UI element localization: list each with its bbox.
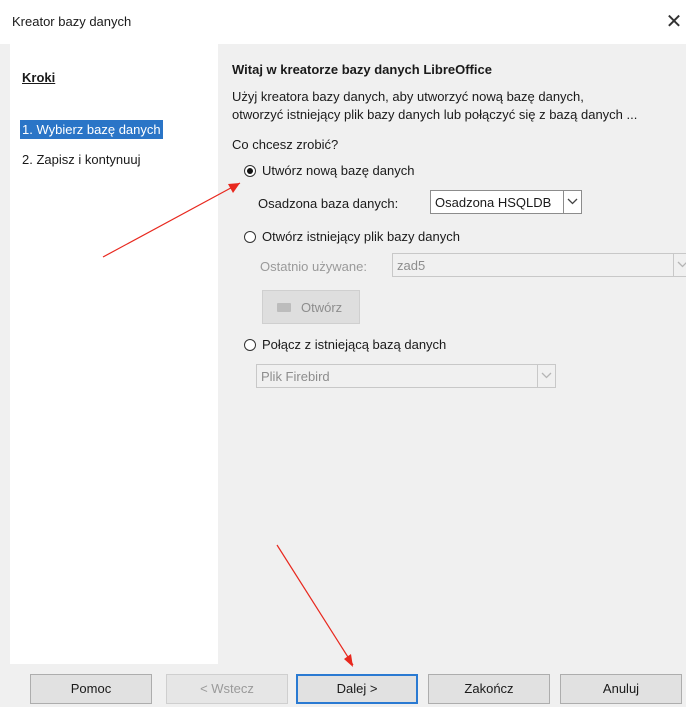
embedded-db-label: Osadzona baza danych: [258, 196, 399, 211]
description-line-1: Użyj kreatora bazy danych, aby utworzyć … [232, 89, 584, 104]
database-wizard-window: Kreator bazy danych ✕ Kroki 1. Wybierz b… [0, 0, 686, 707]
steps-panel: Kroki 1. Wybierz bazę danych 2. Zapisz i… [10, 44, 218, 664]
recent-files-value: zad5 [397, 258, 426, 273]
radio-open-existing[interactable]: Otwórz istniejący plik bazy danych [244, 229, 460, 244]
radio-button[interactable] [244, 164, 256, 177]
help-button[interactable]: Pomoc [30, 674, 152, 704]
radio-connect-existing-label: Połącz z istniejącą bazą danych [262, 337, 447, 352]
radio-create-new[interactable]: Utwórz nową bazę danych [244, 163, 414, 178]
close-icon[interactable]: ✕ [662, 9, 686, 35]
step-save-continue[interactable]: 2. Zapisz i kontynuuj [20, 150, 143, 169]
title-bar: Kreator bazy danych ✕ [0, 0, 686, 44]
chevron-down-icon[interactable] [673, 254, 686, 276]
finish-button[interactable]: Zakończ [428, 674, 550, 704]
radio-button[interactable] [244, 230, 256, 243]
radio-create-new-label: Utwórz nową bazę danych [262, 163, 415, 178]
question-label: Co chcesz zrobić? [232, 137, 339, 152]
connection-type-value: Plik Firebird [261, 369, 330, 384]
wizard-description: Użyj kreatora bazy danych, aby utworzyć … [232, 88, 686, 124]
radio-button[interactable] [244, 338, 256, 351]
main-panel: Witaj w kreatorze bazy danych LibreOffic… [222, 44, 686, 664]
cancel-button[interactable]: Anuluj [560, 674, 682, 704]
open-file-button-label: Otwórz [301, 300, 343, 315]
radio-connect-existing[interactable]: Połącz z istniejącą bazą danych [244, 337, 446, 352]
button-bar: Pomoc < Wstecz Dalej > Zakończ Anuluj [0, 664, 686, 707]
folder-icon [277, 303, 291, 312]
radio-open-existing-label: Otwórz istniejący plik bazy danych [262, 229, 460, 244]
embedded-db-select[interactable]: Osadzona HSQLDB [430, 190, 582, 214]
chevron-down-icon[interactable] [537, 365, 555, 387]
back-button[interactable]: < Wstecz [166, 674, 288, 704]
next-button[interactable]: Dalej > [296, 674, 418, 704]
window-title: Kreator bazy danych [12, 14, 132, 29]
open-file-button[interactable]: Otwórz [262, 290, 360, 324]
wizard-heading: Witaj w kreatorze bazy danych LibreOffic… [232, 62, 492, 77]
embedded-db-value: Osadzona HSQLDB [435, 195, 552, 210]
description-line-2: otworzyć istniejący plik bazy danych lub… [232, 107, 638, 122]
recent-label: Ostatnio używane: [260, 259, 367, 274]
chevron-down-icon[interactable] [563, 191, 581, 213]
recent-files-select[interactable]: zad5 [392, 253, 686, 277]
connection-type-select[interactable]: Plik Firebird [256, 364, 556, 388]
steps-title: Kroki [22, 70, 56, 85]
step-select-database[interactable]: 1. Wybierz bazę danych [20, 120, 163, 139]
